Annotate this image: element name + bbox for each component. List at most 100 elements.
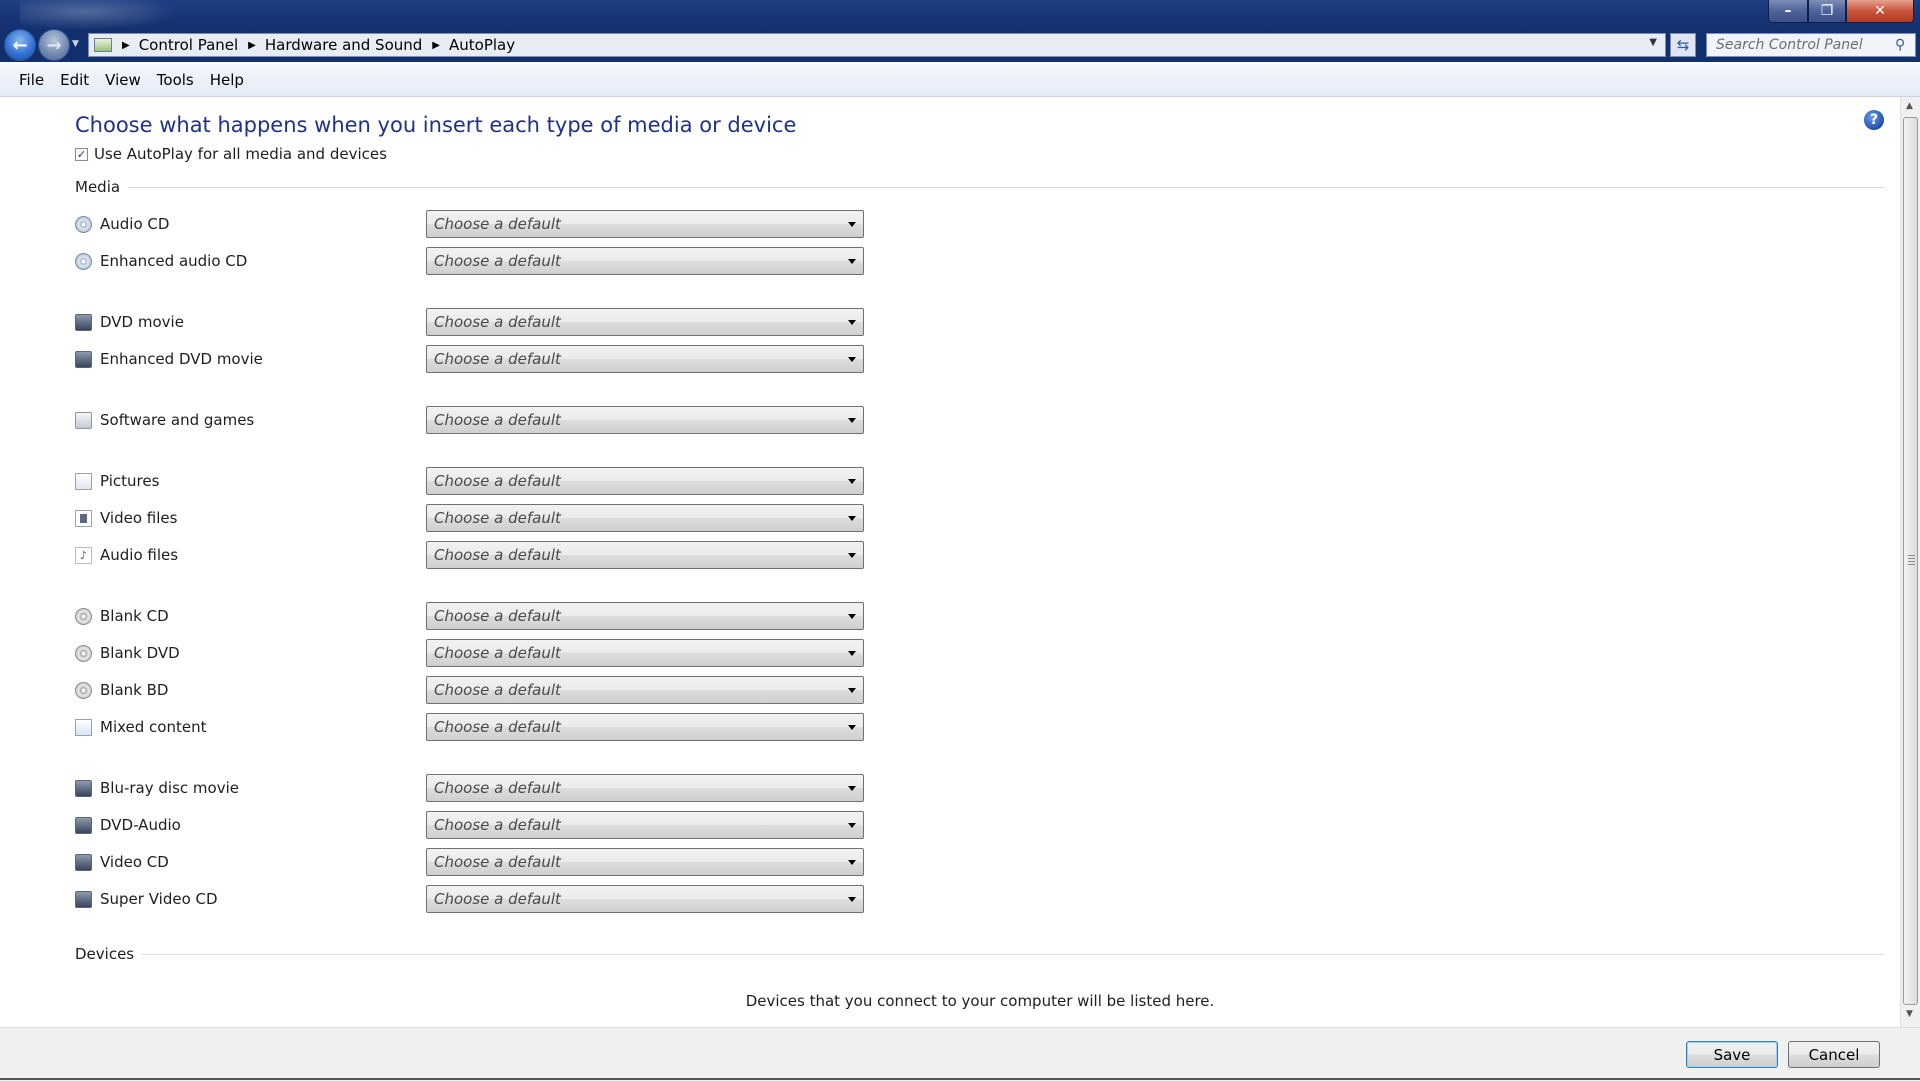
software-and-games-dropdown[interactable]: Choose a default (426, 406, 864, 434)
media-label: Super Video CD (100, 890, 218, 908)
scrollbar-thumb[interactable] (1903, 117, 1918, 1005)
audio-cd-dropdown[interactable]: Choose a default (426, 210, 864, 238)
help-icon[interactable]: ? (1864, 110, 1884, 130)
menu-file[interactable]: File (11, 71, 52, 89)
menu-tools[interactable]: Tools (149, 71, 202, 89)
dropdown-arrow-icon (848, 896, 856, 902)
menu-help[interactable]: Help (202, 71, 252, 89)
dropdown-arrow-icon (848, 724, 856, 730)
dropdown-arrow-icon (848, 822, 856, 828)
scroll-up-icon[interactable]: ▲ (1906, 101, 1913, 111)
breadcrumb-separator-icon[interactable]: ▶ (248, 40, 256, 51)
blank-cd-icon (75, 607, 92, 625)
use-autoplay-option[interactable]: ✓ Use AutoPlay for all media and devices (75, 145, 387, 163)
blank-bd-dropdown[interactable]: Choose a default (426, 676, 864, 704)
video-files-dropdown[interactable]: Choose a default (426, 504, 864, 532)
enhanced-dvd-movie-dropdown[interactable]: Choose a default (426, 345, 864, 373)
audio-files-icon: ♪ (75, 546, 92, 564)
dropdown-arrow-icon (848, 221, 856, 227)
scroll-down-icon[interactable]: ▼ (1906, 1009, 1913, 1019)
media-label: Enhanced audio CD (100, 252, 248, 270)
dvd-movie-dropdown[interactable]: Choose a default (426, 308, 864, 336)
media-label: Audio files (100, 546, 179, 564)
forward-arrow-icon: → (46, 34, 62, 56)
dropdown-arrow-icon (848, 785, 856, 791)
breadcrumb-separator-icon[interactable]: ▶ (432, 40, 440, 51)
maximize-button[interactable]: ❐ (1808, 0, 1846, 23)
close-button[interactable]: ✕ (1846, 0, 1914, 23)
mixed-content-dropdown[interactable]: Choose a default (426, 713, 864, 741)
blank-dvd-icon (75, 644, 92, 662)
cancel-button[interactable]: Cancel (1788, 1041, 1880, 1068)
search-box[interactable]: Search Control Panel ⚲ (1706, 33, 1916, 57)
search-icon[interactable]: ⚲ (1895, 37, 1915, 53)
refresh-button[interactable]: ⇆ (1670, 33, 1696, 57)
media-row-video-files: Video files Choose a default (75, 504, 864, 532)
menu-edit[interactable]: Edit (52, 71, 97, 89)
enhanced-audio-cd-dropdown[interactable]: Choose a default (426, 247, 864, 275)
media-label: Video files (100, 509, 178, 527)
media-label: Enhanced DVD movie (100, 350, 263, 368)
scrollbar-grip-icon (1908, 555, 1915, 565)
content-pane: ? Choose what happens when you insert ea… (0, 97, 1900, 1027)
dropdown-value: Choose a default (434, 472, 561, 490)
pictures-dropdown[interactable]: Choose a default (426, 467, 864, 495)
devices-group-header: Devices (75, 945, 1885, 963)
dropdown-value: Choose a default (434, 681, 561, 699)
recent-pages-dropdown-icon[interactable]: ▼ (72, 39, 79, 49)
dvd-audio-dropdown[interactable]: Choose a default (426, 811, 864, 839)
media-label: Mixed content (100, 718, 207, 736)
dropdown-value: Choose a default (434, 546, 561, 564)
dropdown-value: Choose a default (434, 890, 561, 908)
media-row-dvd-audio: DVD-Audio Choose a default (75, 811, 864, 839)
save-button[interactable]: Save (1686, 1041, 1778, 1068)
super-video-cd-dropdown[interactable]: Choose a default (426, 885, 864, 913)
dvd-audio-icon (75, 816, 92, 834)
media-row-blank-bd: Blank BD Choose a default (75, 676, 864, 704)
menu-view[interactable]: View (97, 71, 149, 89)
page-title: Choose what happens when you insert each… (75, 113, 797, 137)
media-label: DVD movie (100, 313, 184, 331)
vertical-scrollbar[interactable]: ▲ ▼ (1900, 97, 1920, 1027)
audio-files-dropdown[interactable]: Choose a default (426, 541, 864, 569)
media-row-blank-dvd: Blank DVD Choose a default (75, 639, 864, 667)
breadcrumb-hardware-and-sound[interactable]: Hardware and Sound (265, 36, 422, 54)
media-label: Software and games (100, 411, 255, 429)
breadcrumb-control-panel[interactable]: Control Panel (139, 36, 238, 54)
video-cd-dropdown[interactable]: Choose a default (426, 848, 864, 876)
super-video-cd-icon (75, 890, 92, 908)
forward-button[interactable]: → (38, 29, 70, 61)
media-label: Audio CD (100, 215, 170, 233)
dropdown-arrow-icon (848, 417, 856, 423)
media-row-enhanced-audio-cd: Enhanced audio CD Choose a default (75, 247, 864, 275)
media-row-software-and-games: Software and games Choose a default (75, 406, 864, 434)
minimize-button[interactable]: – (1768, 0, 1808, 23)
address-dropdown-icon[interactable]: ▼ (1649, 37, 1657, 48)
address-bar[interactable]: ▶ Control Panel ▶ Hardware and Sound ▶ A… (88, 33, 1666, 57)
blank-dvd-dropdown[interactable]: Choose a default (426, 639, 864, 667)
dropdown-value: Choose a default (434, 252, 561, 270)
blank-cd-dropdown[interactable]: Choose a default (426, 602, 864, 630)
caption-buttons: – ❐ ✕ (1768, 0, 1914, 24)
control-panel-icon (94, 38, 112, 52)
devices-empty-message: Devices that you connect to your compute… (745, 992, 1215, 1010)
blank-bd-icon (75, 681, 92, 699)
media-row-mixed-content: Mixed content Choose a default (75, 713, 864, 741)
media-row-bluray-movie: Blu-ray disc movie Choose a default (75, 774, 864, 802)
use-autoplay-label[interactable]: Use AutoPlay for all media and devices (94, 145, 387, 163)
use-autoplay-checkbox[interactable]: ✓ (75, 147, 88, 161)
mixed-content-icon (75, 718, 92, 736)
dropdown-arrow-icon (848, 859, 856, 865)
media-row-audio-files: ♪ Audio files Choose a default (75, 541, 864, 569)
search-input[interactable]: Search Control Panel (1716, 37, 1895, 53)
back-button[interactable]: ← (4, 29, 36, 61)
breadcrumb-separator-icon[interactable]: ▶ (122, 40, 130, 51)
breadcrumb-autoplay[interactable]: AutoPlay (449, 36, 515, 54)
dropdown-arrow-icon (848, 687, 856, 693)
video-files-icon (75, 509, 92, 527)
bluray-movie-dropdown[interactable]: Choose a default (426, 774, 864, 802)
media-label: Video CD (100, 853, 169, 871)
dropdown-arrow-icon (848, 478, 856, 484)
media-row-enhanced-dvd-movie: Enhanced DVD movie Choose a default (75, 345, 864, 373)
dropdown-value: Choose a default (434, 718, 561, 736)
